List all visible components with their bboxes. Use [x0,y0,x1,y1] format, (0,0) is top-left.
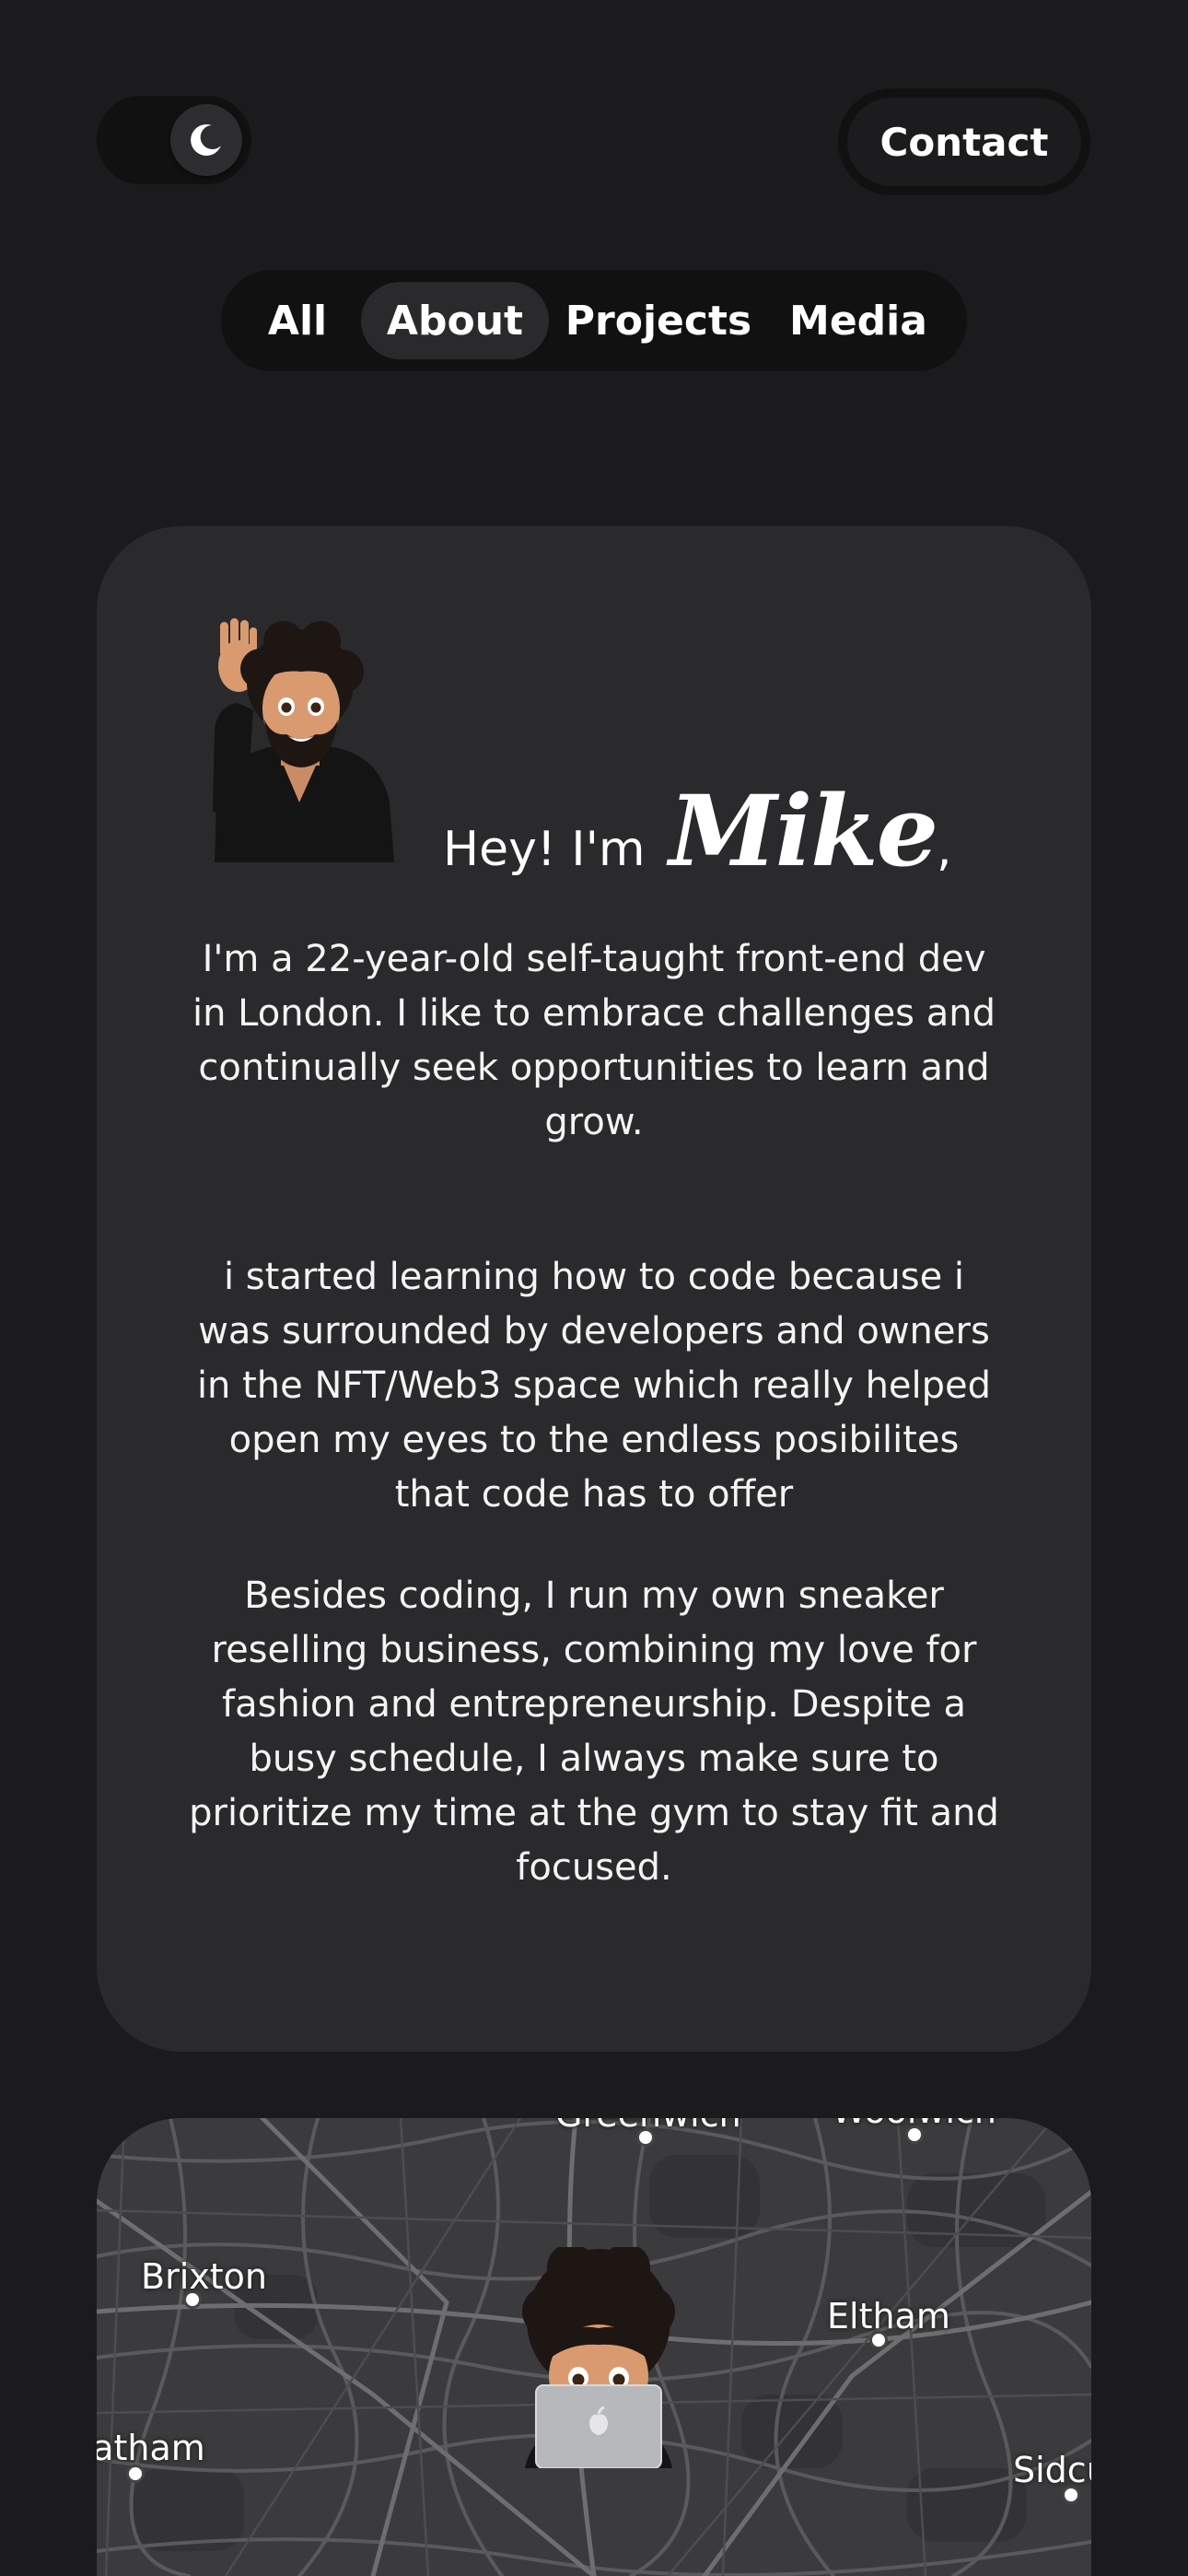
bio-paragraph: Besides coding, I run my own sneaker res… [189,1575,999,1889]
bio-paragraph: i started learning how to code because i… [196,1256,992,1516]
laptop-avatar-image [522,2247,675,2468]
map-label-eltham: Eltham [827,2296,950,2336]
bio-paragraph: I'm a 22-year-old self-taught front-end … [192,938,996,1143]
name-text: Mike [669,773,938,888]
greeting-text: Hey! I'm [443,822,646,877]
map-label-woolwich: Woolwich [832,2118,996,2131]
map-label-streatham: Streatham [97,2428,205,2468]
contact-button[interactable]: Contact [838,88,1090,195]
moon-icon [191,123,221,156]
tab-all[interactable]: All [234,282,361,359]
greeting-heading: Hey! I'm Mike , [443,773,952,888]
location-map-card[interactable]: Greenwich Woolwich Brixton Eltham Streat… [97,2118,1091,2576]
greeting-comma: , [937,822,952,877]
waving-avatar-image [213,618,394,862]
tab-projects[interactable]: Projects [549,282,768,359]
theme-toggle-knob[interactable] [170,104,242,176]
contact-button-label: Contact [847,98,1081,186]
map-label-greenwich: Greenwich [555,2118,741,2135]
about-card: Hey! I'm Mike , I'm a 22-year-old self-t… [97,526,1091,2052]
map-marker-dot [129,2467,142,2480]
map-marker-dot [1065,2488,1077,2501]
tab-about[interactable]: About [361,282,549,359]
filter-tabs: All About Projects Media [221,270,967,371]
theme-toggle[interactable] [97,96,251,184]
tab-media[interactable]: Media [768,282,949,359]
map-label-brixton: Brixton [141,2256,267,2297]
map-label-sidcup: Sidcup [1013,2450,1091,2490]
